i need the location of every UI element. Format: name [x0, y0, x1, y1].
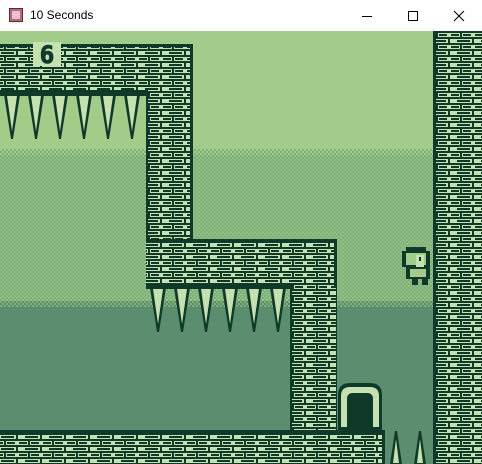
brick-ceiling-left [0, 44, 192, 92]
brick-column-upper [146, 92, 192, 242]
lower-transition [0, 301, 482, 307]
brick-ledge-middle [146, 239, 336, 287]
exit-door [338, 383, 382, 431]
close-button[interactable] [436, 0, 482, 31]
brick-wall-right [434, 31, 482, 464]
hud-counter: 6 [40, 41, 54, 69]
app-window: 10 Seconds 6 [0, 0, 482, 464]
window-title: 10 Seconds [30, 8, 94, 22]
maximize-icon [408, 10, 418, 21]
game-scene: 6 [0, 31, 482, 464]
brick-floor [0, 430, 384, 464]
sky-transition [0, 149, 482, 155]
title-bar[interactable]: 10 Seconds [0, 0, 482, 31]
app-icon [9, 8, 23, 22]
brick-column-lower [290, 287, 336, 433]
maximize-button[interactable] [390, 0, 436, 31]
game-viewport[interactable]: 6 [0, 31, 482, 464]
minimize-icon [362, 15, 372, 17]
close-icon [453, 10, 465, 21]
minimize-button[interactable] [344, 0, 390, 31]
